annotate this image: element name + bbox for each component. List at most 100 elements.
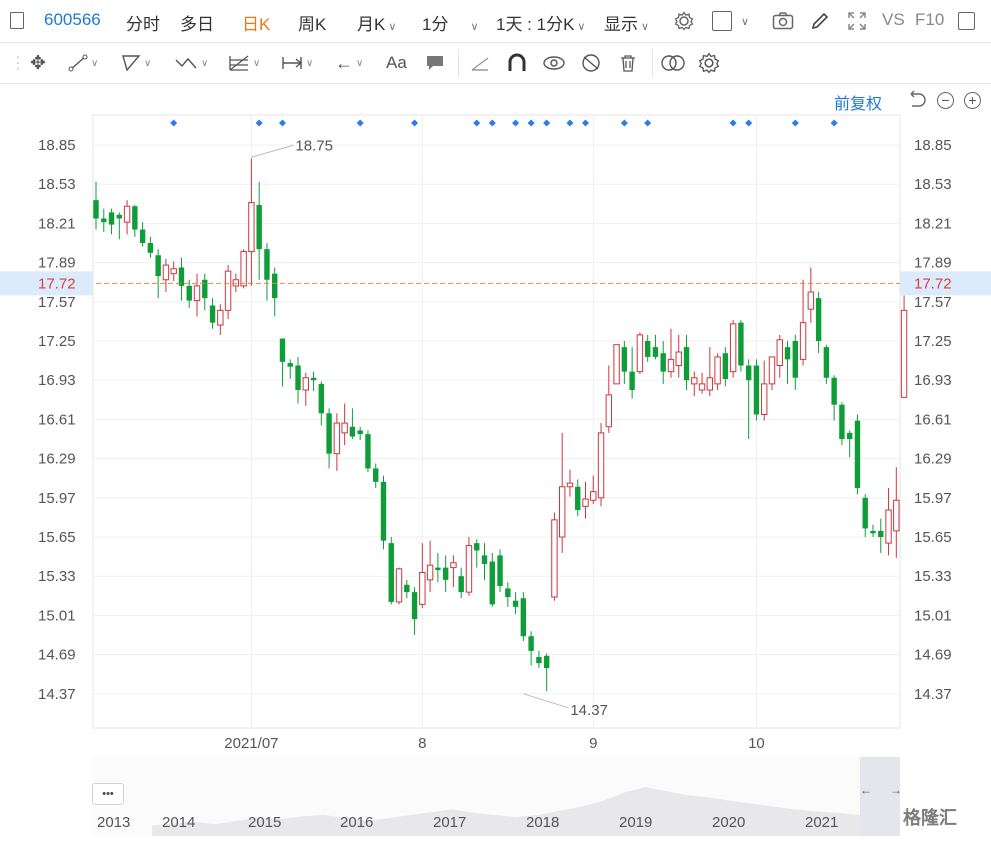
tab-1min[interactable]: 1分 ∨ xyxy=(422,10,479,35)
y-tick-label: 18.85 xyxy=(38,137,76,154)
min-leader-line xyxy=(523,693,569,709)
vs-button[interactable]: VS xyxy=(882,10,905,30)
tab-zhouk[interactable]: 周K xyxy=(298,10,326,35)
channel-tool[interactable]: ∨ xyxy=(121,53,151,73)
candle-body xyxy=(232,279,240,287)
navigator-year-label: 2013 xyxy=(97,814,131,831)
trash-icon xyxy=(621,55,635,72)
y-tick-label: 17.89 xyxy=(914,255,952,272)
drag-handle-icon[interactable]: ⋮ xyxy=(10,53,26,73)
display-select[interactable]: 显示 ∨ xyxy=(604,10,649,35)
event-marker-icon xyxy=(170,119,178,127)
panel-toggle-icon[interactable] xyxy=(958,12,975,30)
text-tool[interactable]: Aa xyxy=(386,53,407,73)
tab-duori[interactable]: 多日 xyxy=(180,10,214,35)
camera-icon[interactable] xyxy=(772,11,794,31)
range-selector-window[interactable]: ← → xyxy=(860,757,902,836)
chevron-down-icon[interactable]: ∨ xyxy=(741,15,749,28)
fullscreen-icon[interactable] xyxy=(847,11,867,31)
candle-body xyxy=(395,568,403,603)
event-markers xyxy=(170,119,838,127)
x-tick-label: 9 xyxy=(589,735,597,752)
settings-gear-icon[interactable] xyxy=(674,11,694,31)
candle-body xyxy=(629,371,635,390)
candle-body xyxy=(768,356,776,385)
sidebar-toggle-icon[interactable] xyxy=(10,12,24,29)
y-tick-label: 15.97 xyxy=(914,490,952,507)
color-square-icon[interactable] xyxy=(712,11,732,31)
candle-body xyxy=(559,486,566,538)
wave-tool[interactable]: ∨ xyxy=(174,53,208,73)
candle-body xyxy=(302,377,309,391)
candle-body xyxy=(426,564,434,581)
zoom-in-button[interactable]: + xyxy=(964,92,981,109)
eye-lock-icon xyxy=(543,56,565,70)
fib-tool[interactable]: ∨ xyxy=(228,53,260,73)
candle-body xyxy=(512,600,519,607)
navigator-year-label: 2020 xyxy=(712,814,746,831)
note-tool[interactable] xyxy=(425,53,445,73)
hide-tool[interactable] xyxy=(580,53,602,73)
y-tick-label: 15.65 xyxy=(38,529,76,546)
arrow-tool[interactable]: ← ∨ xyxy=(335,53,363,73)
candle-body xyxy=(365,434,371,469)
candle-body xyxy=(551,519,558,598)
y-axis-left: 18.85 18.53 18.21 17.89 17.57 17.25 16.93 16.61… xyxy=(38,137,76,703)
candle-body xyxy=(831,377,837,405)
magnet-tool[interactable] xyxy=(506,53,528,73)
candle-body xyxy=(272,273,278,299)
event-marker-icon xyxy=(255,119,263,127)
move-tool[interactable]: ✥ xyxy=(30,53,46,74)
x-tick-label: 10 xyxy=(748,735,765,752)
arrow-left-icon[interactable]: ← xyxy=(860,783,872,797)
candle-body xyxy=(442,567,449,580)
event-marker-icon xyxy=(278,119,286,127)
plot-frame xyxy=(92,114,901,729)
candle-body xyxy=(722,353,729,379)
f10-button[interactable]: F10 xyxy=(915,10,944,30)
candle-body xyxy=(489,561,495,605)
pencil-icon[interactable] xyxy=(810,11,830,31)
line-tool[interactable]: ∨ xyxy=(68,53,98,73)
chart-settings-tool[interactable] xyxy=(698,52,720,74)
visibility-tool[interactable] xyxy=(542,53,566,73)
candle-body xyxy=(839,404,845,439)
event-marker-icon xyxy=(512,119,520,127)
candle-body xyxy=(846,432,853,439)
candle-body xyxy=(543,655,550,669)
time-navigator[interactable]: ••• ← → xyxy=(92,757,902,836)
candle-body xyxy=(373,468,379,482)
y-tick-label: 18.85 xyxy=(914,137,952,154)
undo-icon[interactable] xyxy=(906,90,926,110)
candle-body xyxy=(155,255,161,277)
ruler-tool[interactable] xyxy=(470,53,490,73)
candle-body xyxy=(147,243,154,253)
candle-body xyxy=(217,309,224,326)
event-marker-icon xyxy=(356,119,364,127)
measure-tool[interactable]: ∨ xyxy=(281,53,313,73)
candle-body xyxy=(870,530,876,534)
candle-body xyxy=(465,545,473,593)
tab-yuek[interactable]: 月K ∨ xyxy=(357,10,396,35)
zoom-out-button[interactable]: − xyxy=(937,92,954,109)
compare-tool[interactable] xyxy=(660,53,686,73)
more-button[interactable]: ••• xyxy=(92,783,124,805)
y-tick-label: 14.69 xyxy=(38,647,76,664)
event-marker-icon xyxy=(830,119,838,127)
tab-rik[interactable]: 日K xyxy=(242,10,270,35)
event-marker-icon xyxy=(791,119,799,127)
candle-body xyxy=(799,322,807,360)
fibonacci-icon xyxy=(229,55,249,71)
candle-body xyxy=(636,334,644,373)
candle-body xyxy=(900,309,908,398)
navigator-year-label: 2019 xyxy=(619,814,653,831)
navigator-year-label: 2016 xyxy=(340,814,374,831)
range-select[interactable]: 1天 : 1分K ∨ xyxy=(496,10,585,35)
tab-fenshi[interactable]: 分时 xyxy=(126,10,160,35)
candle-body xyxy=(566,482,574,488)
arrow-right-icon[interactable]: → xyxy=(890,783,902,797)
drawing-toolbar: ⋮ ✥ ∨ ∨ ∨ ∨ ∨ ← ∨ Aa xyxy=(0,43,991,84)
candle-body xyxy=(862,497,868,529)
delete-tool[interactable] xyxy=(618,53,638,73)
candlestick-chart[interactable]: 18.85 18.53 18.21 17.89 17.57 17.25 16.93 16.61… xyxy=(0,110,991,757)
